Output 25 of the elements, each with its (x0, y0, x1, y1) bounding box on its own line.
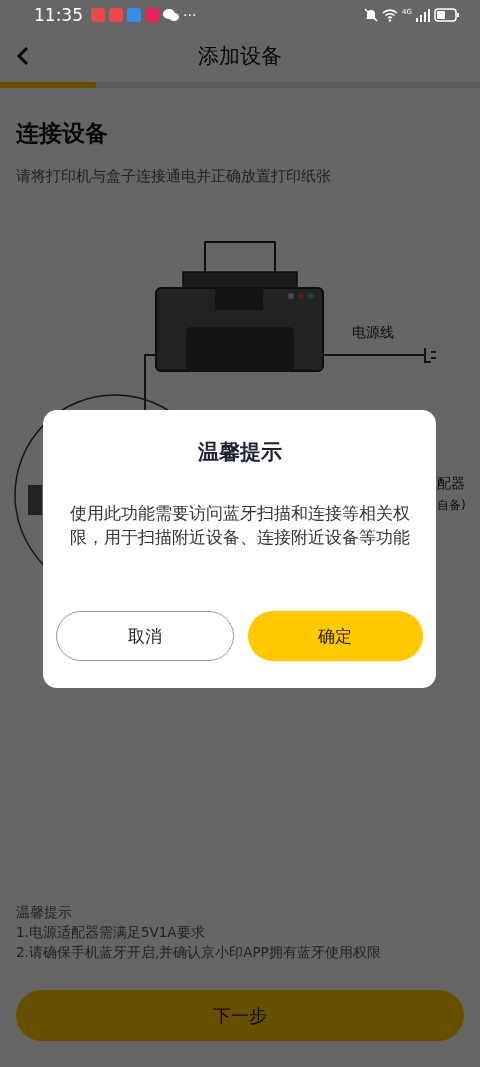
power-cable-label: 电源线 (352, 324, 394, 342)
tip-text: 1.电源适配器需满足5V1A要求 (16, 924, 206, 942)
mute-bell-icon (364, 8, 379, 22)
signal-icon (416, 8, 430, 22)
status-time: 11:35 (34, 5, 83, 25)
section-subtitle: 请将打印机与盒子连接通电并正确放置打印纸张 (16, 167, 332, 186)
dialog-title: 温馨提示 (197, 439, 282, 466)
section-title: 连接设备 (16, 119, 109, 148)
adapter-note: 自备) (437, 497, 466, 514)
app-icon (91, 8, 105, 22)
app-icon (127, 8, 141, 22)
battery-icon (434, 8, 460, 22)
confirm-button[interactable]: 确定 (247, 611, 423, 661)
wifi-icon (382, 8, 399, 22)
chat-icon (163, 8, 179, 22)
tips-title: 温馨提示 (16, 904, 73, 922)
app-icon (109, 8, 123, 22)
page-title: 添加设备 (198, 43, 282, 70)
dialog-message: 使用此功能需要访问蓝牙扫描和连接等相关权限，用于扫描附近设备、连接附近设备等功能 (69, 503, 410, 549)
adapter-label: 配器 (437, 475, 465, 493)
more-notifications: ··· (183, 7, 197, 23)
tip-text: 2.请确保手机蓝牙开启,并确认京小印APP拥有蓝牙使用权限 (16, 944, 382, 962)
cancel-button[interactable]: 取消 (56, 611, 234, 661)
back-chevron-icon (16, 46, 30, 66)
app-icon (145, 8, 159, 22)
